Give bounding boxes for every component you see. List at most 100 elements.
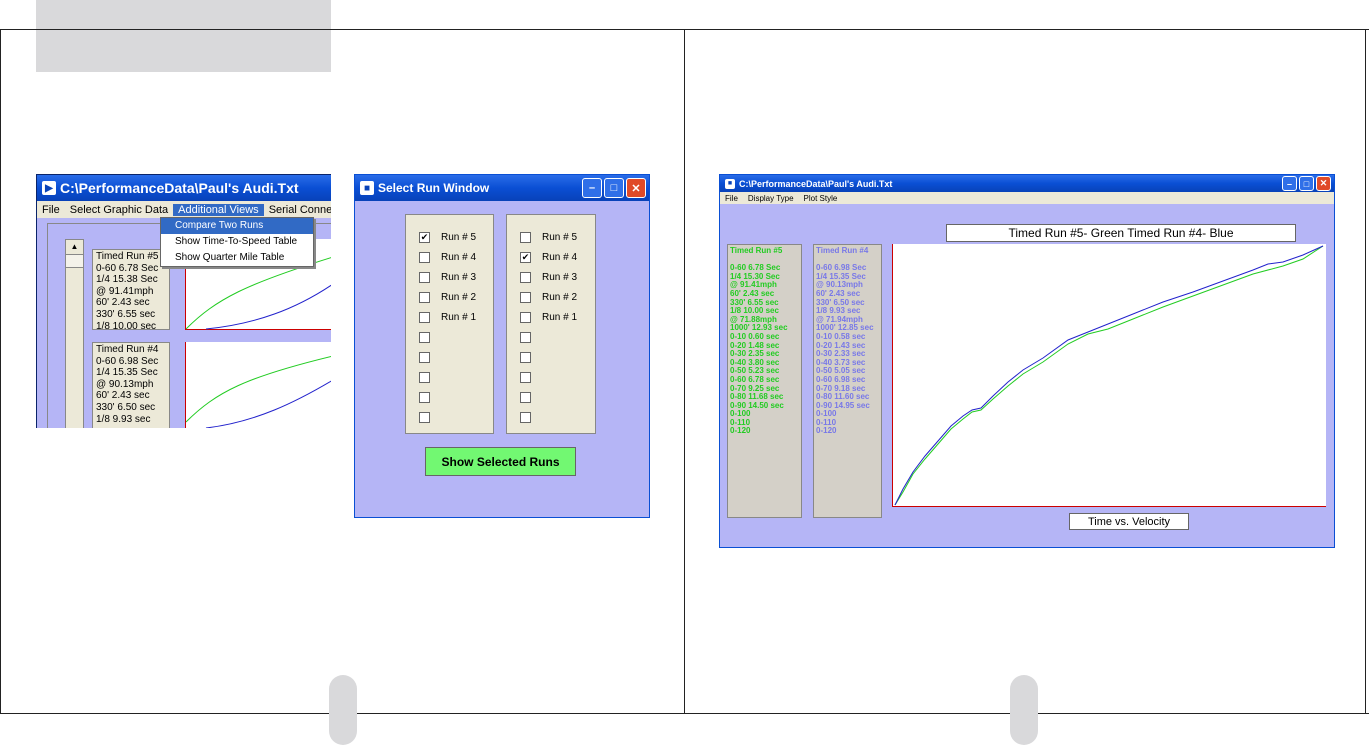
run-checkbox-row[interactable]: Run # 3 [406, 267, 493, 287]
run-checkbox-label: Run # 2 [441, 291, 477, 303]
checkbox[interactable] [419, 391, 430, 403]
checkbox[interactable] [419, 291, 430, 303]
close-icon[interactable]: ✕ [626, 178, 646, 198]
run-checkbox-row[interactable] [507, 327, 595, 347]
menu-item-time-to-speed-table[interactable]: Show Time-To-Speed Table [161, 234, 313, 250]
vertical-scrollbar[interactable]: ▲ [65, 239, 84, 428]
run4-blue-curve [205, 380, 331, 428]
run-checkbox-row[interactable] [507, 407, 595, 427]
stat-line: 330' 6.50 sec [96, 401, 156, 413]
checkbox[interactable] [419, 411, 430, 423]
menu-display-type[interactable]: Display Type [743, 194, 799, 203]
run-checkbox-row[interactable] [406, 367, 493, 387]
menu-item-compare-two-runs[interactable]: Compare Two Runs [161, 218, 313, 234]
run-checkbox-row[interactable] [406, 347, 493, 367]
checkbox[interactable] [419, 271, 430, 283]
checkbox[interactable] [419, 351, 430, 363]
run5-green-curve [185, 257, 331, 330]
compare-window-title: C:\PerformanceData\Paul's Audi.Txt [739, 178, 893, 189]
checkbox[interactable] [520, 371, 531, 383]
window-controls: – □ ✕ [582, 178, 646, 198]
compare-window-titlebar[interactable]: ■ C:\PerformanceData\Paul's Audi.Txt – □… [720, 175, 1334, 192]
stat-line: 1/4 15.35 Sec [96, 367, 158, 379]
scroll-up-arrow-icon[interactable]: ▲ [66, 240, 83, 255]
run-checkbox-row[interactable]: Run # 1 [406, 307, 493, 327]
checkbox[interactable] [419, 331, 430, 343]
menu-serial-connection[interactable]: Serial Connection [264, 204, 331, 216]
window-icon: ■ [725, 178, 735, 189]
menu-file[interactable]: File [37, 204, 65, 216]
close-icon[interactable]: ✕ [1316, 176, 1331, 191]
page-tab-right [1010, 675, 1038, 745]
menu-file[interactable]: File [720, 194, 743, 203]
run-checkbox-label: Run # 4 [542, 251, 578, 263]
run-checkbox-row[interactable] [507, 347, 595, 367]
run4-green-curve [185, 355, 331, 423]
run-checkbox-row[interactable] [507, 367, 595, 387]
menu-additional-views[interactable]: Additional Views [173, 203, 264, 216]
run-checkbox-row[interactable] [406, 327, 493, 347]
stat-line: 60' 2.43 sec [96, 297, 150, 309]
run4-stat-column: Timed Run #4 0-60 6.98 Sec 1/4 15.35 Sec @ … [813, 244, 882, 518]
run-checkbox-label: Run # 5 [542, 231, 578, 243]
checkbox[interactable] [520, 351, 531, 363]
main-window-titlebar[interactable]: ▶ C:\PerformanceData\Paul's Audi.Txt [37, 175, 331, 201]
show-selected-runs-button[interactable]: Show Selected Runs [425, 447, 576, 476]
run-checkbox-row[interactable] [507, 387, 595, 407]
checkbox[interactable] [419, 311, 430, 323]
checkbox[interactable] [520, 311, 531, 323]
run-checkbox-row[interactable]: Run # 5 [507, 227, 595, 247]
maximize-icon[interactable]: □ [1299, 176, 1314, 191]
run5-stat-column: Timed Run #5 0-60 6.78 Sec 1/4 15.30 Sec @ … [727, 244, 802, 518]
run-checkbox-row[interactable]: Run # 2 [406, 287, 493, 307]
checkbox[interactable] [520, 391, 531, 403]
checkbox[interactable] [520, 411, 531, 423]
run5-summary: Timed Run #5 0-60 6.78 Sec 1/4 15.38 Sec… [92, 249, 170, 332]
menu-select-graphic-data[interactable]: Select Graphic Data [65, 204, 173, 216]
run-checkbox-label: Run # 5 [441, 231, 477, 243]
select-run-title: Select Run Window [378, 181, 490, 195]
run-checkbox-row[interactable]: ✔ Run # 5 [406, 227, 493, 247]
window-icon: ■ [360, 181, 374, 195]
menu-plot-style[interactable]: Plot Style [799, 194, 843, 203]
app-icon: ▶ [42, 181, 56, 195]
menu-item-quarter-mile-table[interactable]: Show Quarter Mile Table [161, 250, 313, 266]
x-axis-caption: Time vs. Velocity [1069, 513, 1189, 530]
right-run-list: Run # 5 ✔ Run # 4 Run # 3 Run # 2 Run # 1 [506, 214, 596, 434]
checkbox[interactable] [419, 251, 430, 263]
checkbox[interactable] [520, 231, 531, 243]
scroll-thumb[interactable] [66, 255, 83, 268]
checkbox[interactable] [520, 271, 531, 283]
minimize-icon[interactable]: – [1282, 176, 1297, 191]
run-checkbox-row[interactable]: Run # 1 [507, 307, 595, 327]
run-checkbox-row[interactable]: Run # 3 [507, 267, 595, 287]
select-run-titlebar[interactable]: ■ Select Run Window – □ ✕ [355, 175, 649, 201]
select-run-window: ■ Select Run Window – □ ✕ ✔ Run # 5 Run # … [354, 174, 650, 518]
checkbox-checked-icon[interactable]: ✔ [520, 251, 531, 263]
run-checkbox-label: Run # 3 [441, 271, 477, 283]
minimize-icon[interactable]: – [582, 178, 602, 198]
stat-line: 1/4 15.38 Sec [96, 274, 158, 286]
stat-line: 0-60 6.98 Sec [96, 355, 159, 367]
stat-line: @ 91.41mph [96, 285, 154, 297]
checkbox[interactable] [520, 331, 531, 343]
run-checkbox-row[interactable] [406, 387, 493, 407]
stat-line: 330' 6.55 sec [96, 308, 156, 320]
run-checkbox-label: Run # 3 [542, 271, 578, 283]
checkbox-checked-icon[interactable]: ✔ [419, 231, 430, 243]
run-checkbox-row[interactable]: ✔ Run # 4 [507, 247, 595, 267]
page-border-right [1365, 29, 1366, 714]
compare-menubar: File Display Type Plot Style [720, 192, 1334, 204]
run-checkbox-row[interactable] [406, 407, 493, 427]
run-checkbox-row[interactable]: Run # 2 [507, 287, 595, 307]
compare-window: ■ C:\PerformanceData\Paul's Audi.Txt – □… [719, 174, 1335, 548]
run-checkbox-row[interactable]: Run # 4 [406, 247, 493, 267]
main-window: ▶ C:\PerformanceData\Paul's Audi.Txt Fil… [36, 174, 331, 428]
stat-line: 0-120 [816, 426, 837, 436]
checkbox[interactable] [419, 371, 430, 383]
stat-line: @ 90.13mph [96, 378, 154, 390]
maximize-icon[interactable]: □ [604, 178, 624, 198]
checkbox[interactable] [520, 291, 531, 303]
run5-blue-curve [205, 284, 331, 330]
stat-line: 0-120 [730, 426, 751, 436]
